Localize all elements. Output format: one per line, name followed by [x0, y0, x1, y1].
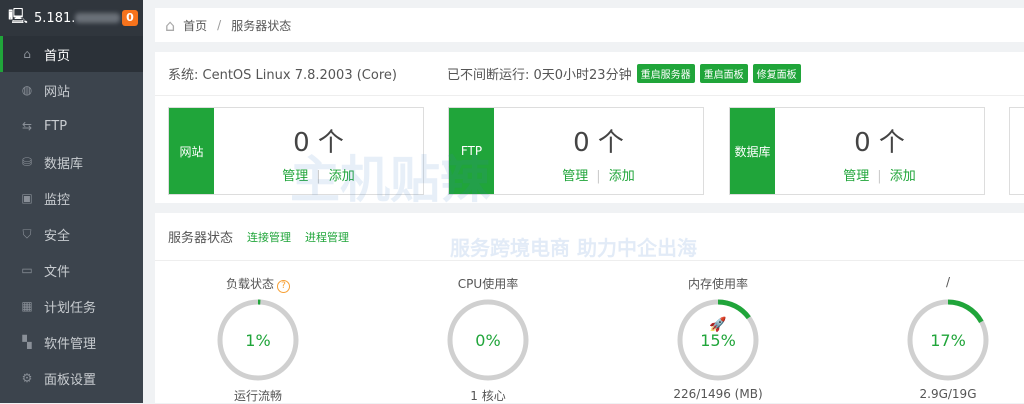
sidebar-item-label: 数据库 — [44, 156, 84, 172]
gauge-ring[interactable]: 17% — [905, 297, 991, 383]
card-label: 数据库 — [730, 108, 775, 194]
server-header[interactable]: 🖳 5.181. 0 — [0, 0, 143, 36]
help-icon[interactable]: ? — [277, 280, 290, 293]
card-label: FTP — [449, 108, 494, 194]
add-link[interactable]: 添加 — [609, 169, 635, 184]
sidebar-item-label: 网站 — [44, 84, 71, 100]
monitor-icon: ▣ — [21, 191, 33, 205]
restart-server-button[interactable]: 重启服务器 — [636, 64, 695, 83]
gauge-value: 1% — [245, 331, 270, 350]
sidebar-item-label: 监控 — [44, 192, 71, 208]
gauge-subtitle: 2.9G/19G — [919, 387, 977, 401]
ip-redacted — [75, 13, 121, 23]
folder-icon: ▭ — [21, 263, 33, 277]
sidebar-item[interactable]: ⚙ 面板设置 — [0, 360, 143, 396]
sidebar-item-label: FTP — [44, 118, 68, 134]
sidebar-item[interactable]: ▣ 监控 — [0, 180, 143, 216]
gauge-title: 负载状态 — [225, 277, 274, 291]
notification-badge[interactable]: 0 — [122, 10, 138, 26]
connection-manage-link[interactable]: 连接管理 — [247, 229, 291, 245]
sidebar-item-label: 面板设置 — [44, 372, 97, 388]
add-link[interactable]: 添加 — [329, 169, 355, 184]
home-icon: ⌂ — [23, 47, 31, 61]
gauge-title: 内存使用率 — [687, 277, 748, 291]
uptime: 已不间断运行: 0天0小时23分钟 — [446, 68, 632, 83]
process-manage-link[interactable]: 进程管理 — [305, 229, 349, 245]
gauge-title: CPU使用率 — [457, 277, 519, 291]
gauge-value: 17% — [930, 331, 966, 350]
sidebar-item[interactable]: ▭ 文件 — [0, 252, 143, 288]
gauge-value: 15% — [700, 331, 736, 350]
sidebar-item[interactable]: ▚ 软件管理 — [0, 324, 143, 360]
sidebar-item-label: 软件管理 — [44, 336, 97, 352]
sidebar-item[interactable]: ⛁ 数据库 — [0, 144, 143, 180]
gauge: 内存使用率 🚀 15% 226/1496 (MB) — [648, 275, 788, 401]
sidebar-item-label: 文件 — [44, 264, 71, 280]
manage-link[interactable]: 管理 — [562, 169, 588, 184]
system-panel: 系统: CentOS Linux 7.8.2003 (Core) 已不间断运行:… — [155, 52, 1024, 203]
breadcrumb-home[interactable]: 首页 — [183, 17, 207, 34]
add-link[interactable]: 添加 — [890, 169, 916, 184]
gauge-title: / — [945, 275, 951, 289]
os-info: 系统: CentOS Linux 7.8.2003 (Core) — [168, 68, 397, 83]
card-count: 0 个 — [854, 128, 905, 158]
manage-link[interactable]: 管理 — [282, 169, 308, 184]
gauge-subtitle: 运行流畅 — [233, 389, 282, 403]
sidebar-item[interactable]: ⇆ FTP — [0, 108, 143, 144]
server-status-panel: 服务器状态 连接管理 进程管理 负载状态? 1% 运行流畅 CPU使用率 0% 1 核心 内… — [155, 213, 1024, 403]
card-partial — [1009, 107, 1024, 195]
gauge: CPU使用率 0% 1 核心 — [418, 275, 558, 404]
breadcrumb-separator: / — [217, 18, 222, 32]
sidebar-item[interactable]: ▦ 计划任务 — [0, 288, 143, 324]
gauge: 负载状态? 1% 运行流畅 — [188, 275, 328, 404]
breadcrumb: ⌂ 首页 / 服务器状态 — [155, 8, 1024, 42]
calendar-icon: ▦ — [21, 299, 33, 313]
sidebar-item[interactable]: ◍ 网站 — [0, 72, 143, 108]
sidebar-item[interactable]: ⌂ 首页 — [0, 36, 143, 72]
shield-icon: ⛉ — [22, 226, 32, 241]
stat-card: 数据库 0 个管理 | 添加 — [729, 107, 985, 195]
gauge: / 17% 2.9G/19G — [878, 275, 1018, 401]
stat-card: 网站 0 个管理 | 添加 — [168, 107, 424, 195]
stat-card: FTP 0 个管理 | 添加 — [448, 107, 704, 195]
breadcrumb-current: 服务器状态 — [231, 18, 292, 33]
card-count: 0 个 — [573, 128, 624, 158]
gauge-value: 0% — [475, 331, 500, 350]
server-ip: 5.181. — [34, 10, 76, 26]
sidebar-item-label: 安全 — [44, 228, 71, 244]
database-icon: ⛁ — [21, 155, 33, 169]
manage-link[interactable]: 管理 — [843, 169, 869, 184]
sidebar: 🖳 5.181. 0 ⌂ 首页 ◍ 网站 ⇆ FTP ⛁ 数据库 ▣ 监控 ⛉ 安全 ▭ 文件 ▦ 计划任务 ▚… — [0, 0, 143, 403]
home-icon[interactable]: ⌂ — [165, 16, 175, 35]
sidebar-item-label: 计划任务 — [44, 300, 97, 316]
status-title: 服务器状态 — [168, 231, 234, 246]
gauge-subtitle: 1 核心 — [470, 389, 506, 403]
restart-panel-button[interactable]: 重启面板 — [699, 64, 748, 83]
gauge-ring[interactable]: 🚀15% — [675, 297, 761, 383]
gauge-subtitle: 226/1496 (MB) — [673, 387, 763, 401]
gear-icon: ⚙ — [21, 371, 33, 385]
gauge-ring[interactable]: 1% — [215, 297, 301, 383]
gauge-ring[interactable]: 0% — [445, 297, 531, 383]
globe-icon: ◍ — [21, 83, 33, 97]
apps-icon: ▚ — [22, 335, 32, 349]
card-label: 网站 — [169, 108, 214, 194]
monitor-icon: 🖳 — [8, 6, 29, 25]
ftp-icon: ⇆ — [21, 119, 33, 133]
sidebar-item[interactable]: ⛉ 安全 — [0, 216, 143, 252]
sidebar-item-label: 首页 — [44, 48, 71, 64]
repair-panel-button[interactable]: 修复面板 — [752, 64, 801, 83]
card-count: 0 个 — [293, 128, 344, 158]
